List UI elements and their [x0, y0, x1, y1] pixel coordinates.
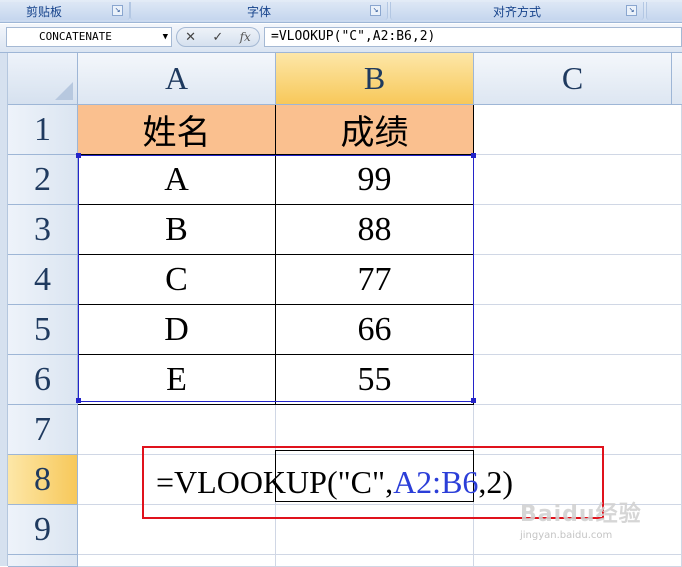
sheet-left-edge [0, 53, 8, 566]
formula-bar: CONCATENATE ▼ ✕ ✓ fx =VLOOKUP("C",A2:B6,… [0, 24, 682, 53]
dialog-launcher-icon[interactable]: ↘ [112, 5, 123, 16]
formula-range-ref: A2:B6 [393, 464, 479, 500]
cell-b6[interactable]: 55 [276, 355, 474, 405]
column-header-b[interactable]: B [276, 53, 474, 105]
row-header-10[interactable] [8, 555, 78, 567]
cell-b5[interactable]: 66 [276, 305, 474, 355]
ribbon-group-label: 字体 [246, 4, 271, 19]
cell-a3[interactable]: B [78, 205, 276, 255]
cell-c10[interactable] [474, 555, 682, 567]
column-header-a[interactable]: A [78, 53, 276, 105]
ribbon-group-label: 剪贴板 [25, 4, 62, 19]
row-header-3[interactable]: 3 [8, 205, 78, 255]
row-header-6[interactable]: 6 [8, 355, 78, 405]
row-header-4[interactable]: 4 [8, 255, 78, 305]
insert-function-icon[interactable]: fx [240, 30, 251, 44]
cell-b4[interactable]: 77 [276, 255, 474, 305]
cell-c4[interactable] [474, 255, 682, 305]
ribbon-group-strip: 剪贴板 ↘ 字体 ↘ 对齐方式 ↘ [0, 0, 682, 23]
dialog-launcher-icon[interactable]: ↘ [626, 5, 637, 16]
row-header-9[interactable]: 9 [8, 505, 78, 555]
cell-c6[interactable] [474, 355, 682, 405]
cell-c5[interactable] [474, 305, 682, 355]
cell-b2[interactable]: 99 [276, 155, 474, 205]
range-handle[interactable] [76, 153, 81, 158]
cell-c2[interactable] [474, 155, 682, 205]
row-header-5[interactable]: 5 [8, 305, 78, 355]
ribbon-group-next [646, 2, 682, 20]
ribbon-group-alignment: 对齐方式 ↘ [390, 2, 644, 20]
cell-a5[interactable]: D [78, 305, 276, 355]
column-header-c[interactable]: C [474, 53, 672, 105]
row-header-7[interactable]: 7 [8, 405, 78, 455]
chevron-down-icon[interactable]: ▼ [163, 28, 168, 46]
formula-buttons: ✕ ✓ fx [176, 27, 260, 47]
cell-c1[interactable] [474, 105, 682, 155]
formula-input[interactable]: =VLOOKUP("C",A2:B6,2) [264, 27, 682, 47]
cell-a2[interactable]: A [78, 155, 276, 205]
cell-a4[interactable]: C [78, 255, 276, 305]
ribbon-group-clipboard: 剪贴板 ↘ [0, 2, 130, 20]
name-box[interactable]: CONCATENATE ▼ [6, 27, 172, 47]
formula-prefix: =VLOOKUP("C", [156, 464, 394, 500]
range-handle[interactable] [76, 398, 81, 403]
watermark: Baidu经验 jingyan.baidu.com [520, 496, 680, 556]
column-header-d[interactable] [672, 53, 682, 105]
cell-b3[interactable]: 88 [276, 205, 474, 255]
formula-suffix: ,2) [478, 464, 514, 500]
ribbon-group-font: 字体 ↘ [130, 2, 388, 20]
dialog-launcher-icon[interactable]: ↘ [370, 5, 381, 16]
cell-b1[interactable]: 成绩 [276, 105, 474, 155]
cell-a10[interactable] [78, 555, 276, 567]
row-header-2[interactable]: 2 [8, 155, 78, 205]
range-handle[interactable] [471, 153, 476, 158]
select-all-button[interactable] [8, 53, 78, 105]
range-handle[interactable] [471, 398, 476, 403]
cell-a6[interactable]: E [78, 355, 276, 405]
cell-c3[interactable] [474, 205, 682, 255]
ribbon-group-label: 对齐方式 [492, 4, 541, 19]
cancel-icon[interactable]: ✕ [185, 30, 196, 45]
name-box-value: CONCATENATE [39, 30, 112, 43]
cell-b10[interactable] [276, 555, 474, 567]
check-icon[interactable]: ✓ [212, 30, 223, 45]
row-header-1[interactable]: 1 [8, 105, 78, 155]
watermark-logo: Baidu经验 [520, 502, 642, 527]
watermark-url: jingyan.baidu.com [520, 530, 613, 541]
cell-a1[interactable]: 姓名 [78, 105, 276, 155]
row-header-8[interactable]: 8 [8, 455, 78, 505]
